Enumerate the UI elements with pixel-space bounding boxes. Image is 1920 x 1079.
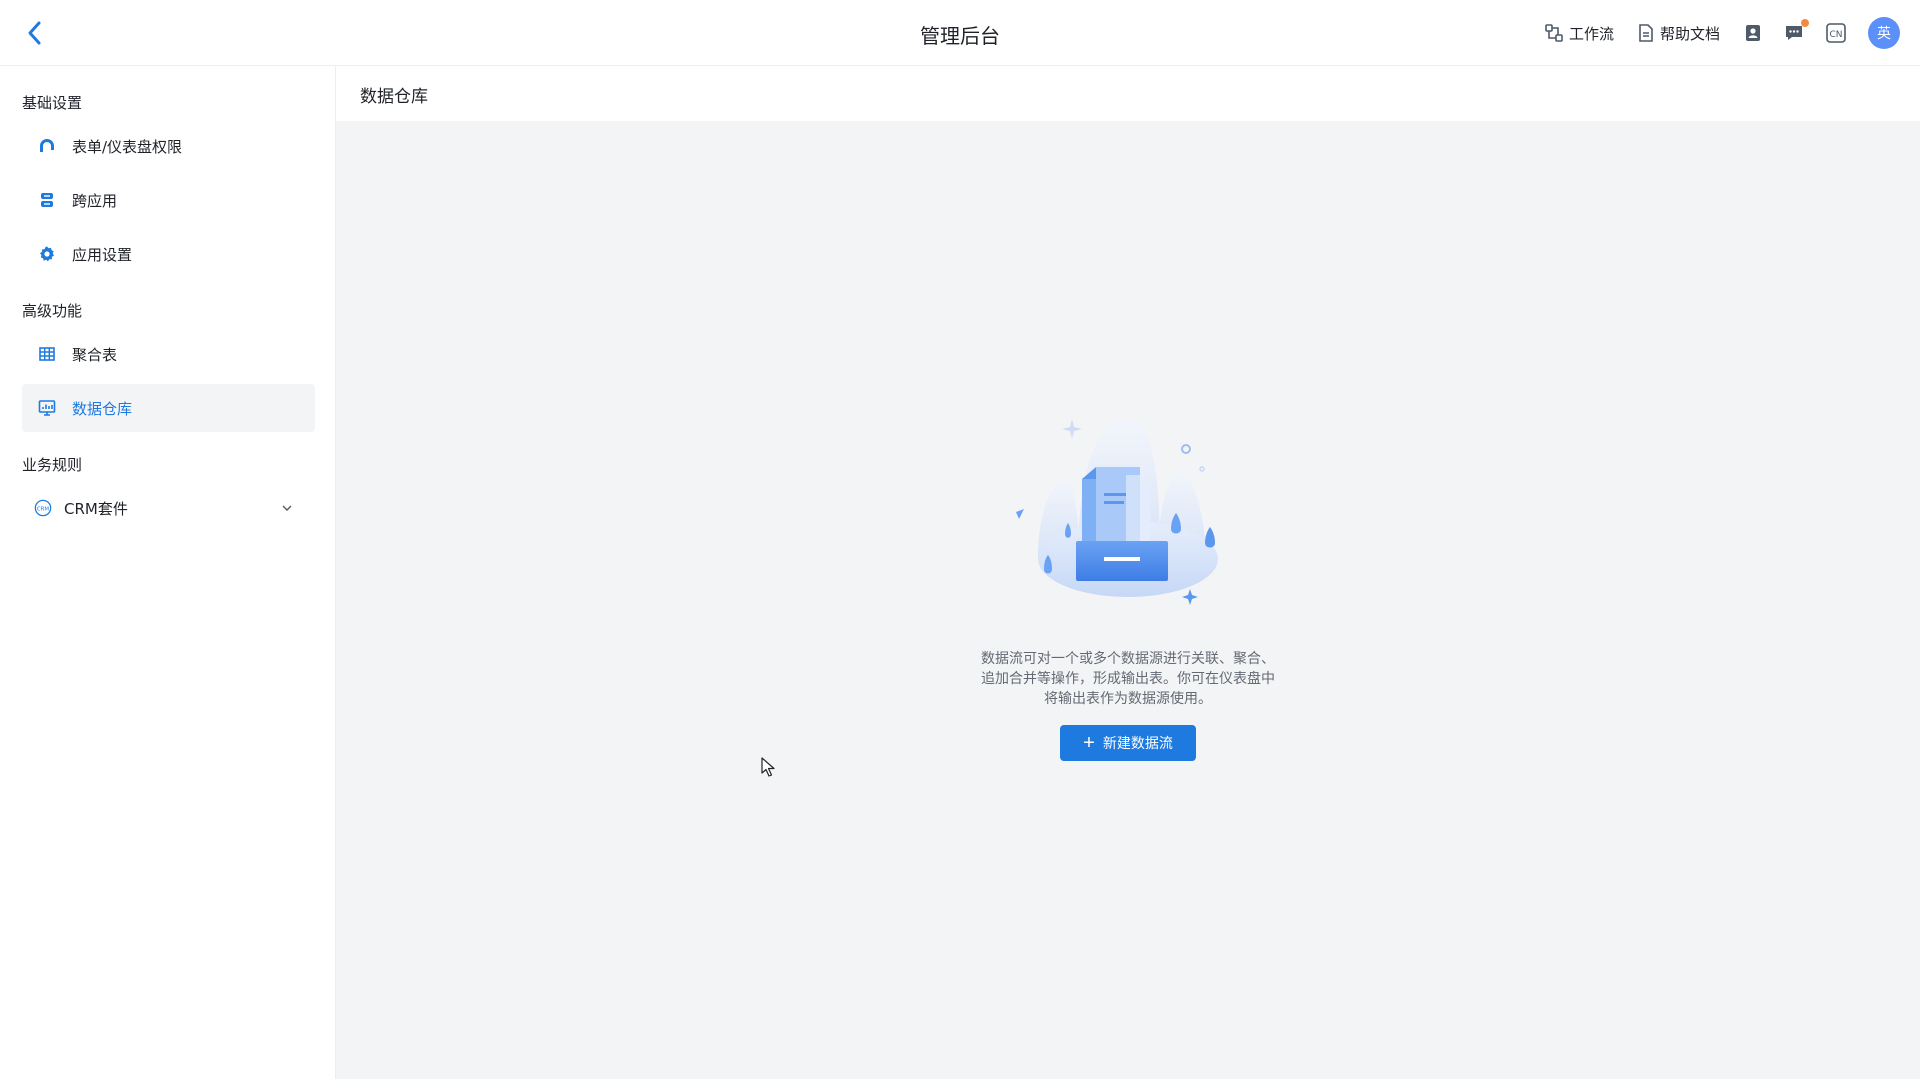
sidebar-item-label: 表单/仪表盘权限 (72, 137, 183, 156)
crm-icon: CRM (34, 499, 52, 517)
help-docs-link[interactable]: 帮助文档 (1638, 23, 1720, 44)
table-icon (38, 345, 56, 363)
avatar[interactable]: 英 (1868, 17, 1900, 49)
language-icon: CN (1826, 23, 1846, 43)
new-dataflow-label: 新建数据流 (1102, 735, 1173, 751)
empty-state: 数据流可对一个或多个数据源进行关联、聚合、 追加合并等操作，形成输出表。你可在仪… (928, 409, 1328, 761)
sidebar-item-label: CRM套件 (64, 499, 128, 518)
group-title-advanced: 高级功能 (22, 302, 83, 320)
sidebar: 基础设置 表单/仪表盘权限 跨应用 应用设置 高级功能 聚合表 数据仓库 业务规… (0, 66, 336, 1079)
section-title: 数据仓库 (360, 87, 428, 107)
chevron-left-icon (28, 21, 41, 45)
plus-icon: + (1083, 732, 1095, 754)
messages-button[interactable] (1784, 19, 1809, 42)
contacts-button[interactable] (1744, 24, 1762, 42)
chevron-down-icon (282, 505, 292, 511)
gear-icon (38, 245, 56, 263)
crm-icon-text: CRM (37, 506, 49, 512)
language-code: CN (1829, 30, 1842, 40)
page-title: 管理后台 (920, 24, 1000, 48)
group-title-basic: 基础设置 (22, 94, 83, 112)
group-title-business-rules: 业务规则 (22, 456, 83, 474)
empty-warehouse-illustration (1016, 419, 1218, 605)
notification-dot (1801, 19, 1809, 27)
main-content: 数据仓库 数据流可对一个或多个数据源进行关联、聚合、 追加合并等操作，形成输出表… (336, 66, 1920, 1079)
cross-app-icon (38, 191, 56, 209)
message-icon (1786, 26, 1802, 40)
sidebar-item-label: 应用设置 (72, 245, 133, 264)
sidebar-item-app-settings[interactable]: 应用设置 (22, 230, 315, 278)
description-line: 追加合并等操作，形成输出表。你可在仪表盘中 (981, 671, 1275, 687)
language-switch[interactable]: CN (1826, 23, 1846, 43)
sidebar-item-label: 数据仓库 (72, 399, 133, 418)
contacts-icon (1746, 25, 1760, 41)
sidebar-item-aggregate-table[interactable]: 聚合表 (22, 330, 315, 378)
new-dataflow-button[interactable]: + 新建数据流 (1060, 725, 1196, 761)
description-line: 将输出表作为数据源使用。 (1044, 691, 1212, 707)
main-header: 数据仓库 (336, 66, 1920, 121)
empty-description: 数据流可对一个或多个数据源进行关联、聚合、 追加合并等操作，形成输出表。你可在仪… (963, 649, 1293, 709)
sidebar-item-label: 跨应用 (72, 191, 118, 210)
sidebar-item-label: 聚合表 (72, 345, 118, 364)
top-header: 管理后台 工作流 帮助文档 CN 英 (0, 0, 1920, 66)
help-docs-label: 帮助文档 (1659, 24, 1720, 43)
workflow-icon (1545, 24, 1563, 42)
workflow-label: 工作流 (1568, 24, 1614, 43)
sidebar-item-cross-app[interactable]: 跨应用 (22, 176, 315, 224)
sidebar-item-data-warehouse[interactable]: 数据仓库 (22, 384, 315, 432)
permission-icon (38, 137, 56, 155)
description-line: 数据流可对一个或多个数据源进行关联、聚合、 (981, 651, 1275, 667)
workflow-link[interactable]: 工作流 (1545, 23, 1614, 44)
sidebar-item-permissions[interactable]: 表单/仪表盘权限 (22, 122, 315, 170)
sidebar-item-crm-suite[interactable]: CRM CRM套件 (22, 484, 315, 532)
document-icon (1639, 24, 1653, 42)
mouse-cursor-icon (761, 757, 775, 777)
back-button[interactable] (22, 18, 50, 48)
data-warehouse-icon (38, 399, 56, 417)
